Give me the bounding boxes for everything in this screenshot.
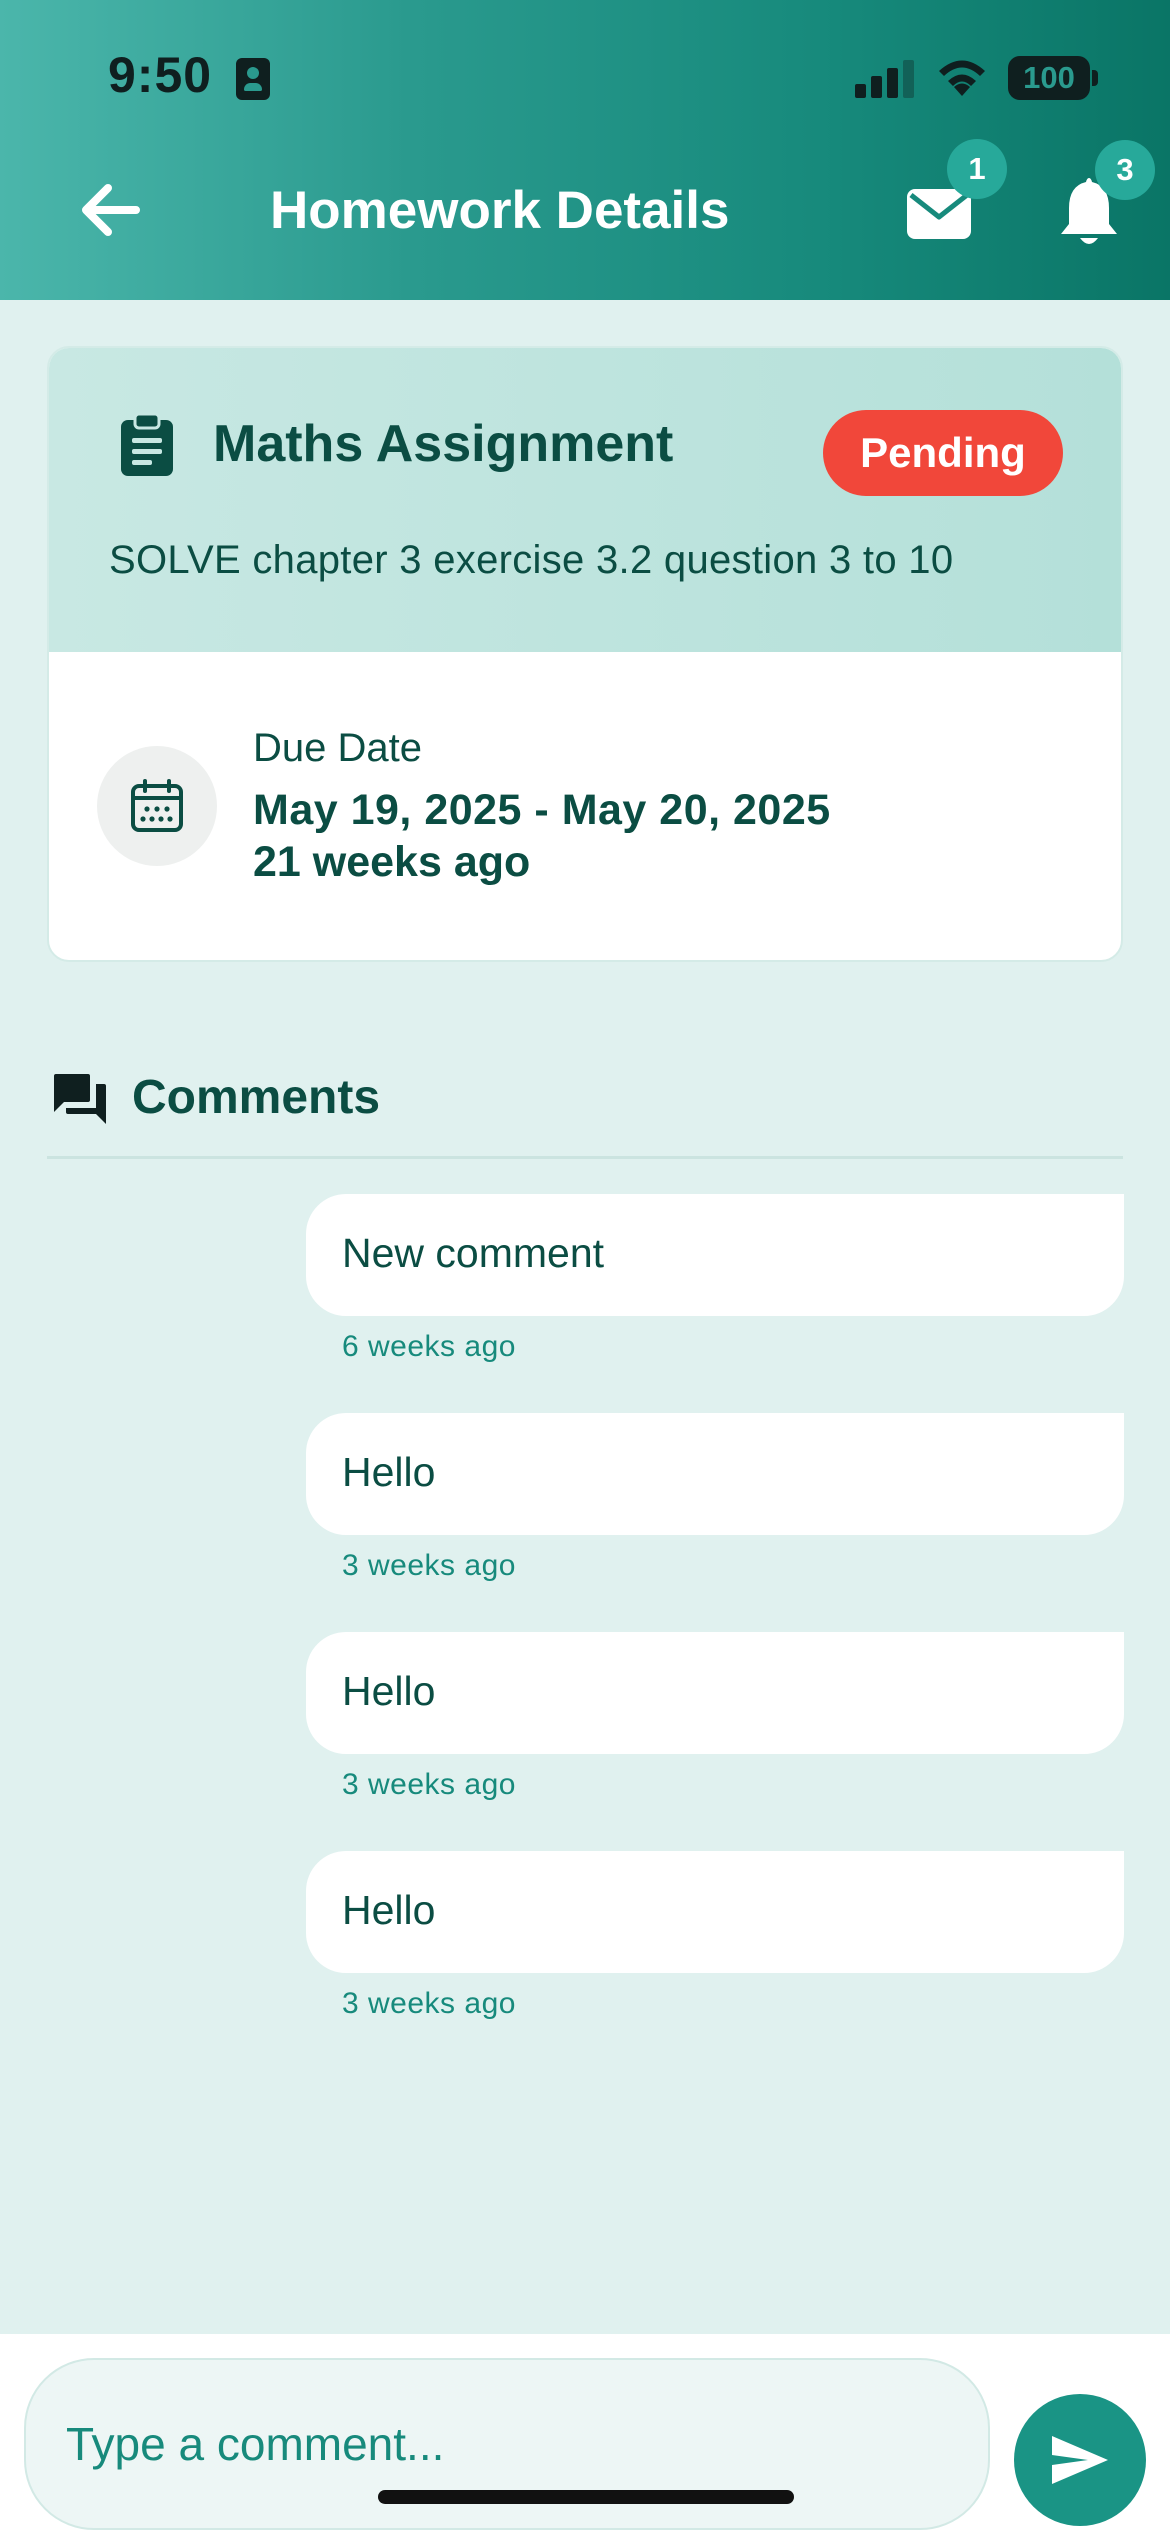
comment-timestamp: 6 weeks ago: [342, 1330, 516, 1363]
wifi-icon: [939, 60, 985, 96]
due-date-label: Due Date: [253, 726, 422, 770]
status-badge: Pending: [823, 410, 1063, 496]
app-header: 9:50 100 Homework Details 1 3: [0, 0, 1170, 300]
battery-tip: [1092, 70, 1098, 86]
clipboard-icon: [121, 412, 173, 476]
comments-heading: Comments: [132, 1071, 381, 1124]
contact-card-icon: [236, 58, 270, 100]
homework-card-header: Maths Assignment Pending SOLVE chapter 3…: [49, 348, 1121, 652]
comment-timestamp: 3 weeks ago: [342, 1987, 516, 2020]
calendar-icon: [131, 779, 183, 832]
comment-bubble: Hello: [306, 1632, 1124, 1754]
comment-bubble: New comment: [306, 1194, 1124, 1316]
comment-bubble: Hello: [306, 1413, 1124, 1535]
comment-timestamp: 3 weeks ago: [342, 1549, 516, 1582]
due-date-range: May 19, 2025 - May 20, 2025: [253, 786, 831, 834]
due-date-relative: 21 weeks ago: [253, 838, 531, 886]
comments-icon: [54, 1074, 106, 1124]
messages-button[interactable]: 1: [905, 139, 1007, 245]
status-time: 9:50: [108, 47, 213, 103]
comment-text: Hello: [342, 1887, 436, 1933]
home-indicator: [378, 2490, 794, 2504]
homework-card: Maths Assignment Pending SOLVE chapter 3…: [47, 346, 1123, 962]
send-icon: [1052, 2436, 1108, 2484]
back-arrow-icon[interactable]: [70, 170, 150, 250]
cellular-signal-icon: [855, 58, 915, 98]
page-title: Homework Details: [270, 181, 730, 240]
comment-text: New comment: [342, 1230, 605, 1276]
notification-badge: 3: [1095, 140, 1155, 200]
homework-title: Maths Assignment: [213, 415, 674, 473]
comment-timestamp: 3 weeks ago: [342, 1768, 516, 1801]
comments-divider: [47, 1156, 1123, 1159]
homework-description: SOLVE chapter 3 exercise 3.2 question 3 …: [109, 538, 954, 582]
calendar-icon-container: [97, 746, 217, 866]
comment-text: Hello: [342, 1449, 436, 1495]
send-button[interactable]: [1014, 2394, 1146, 2526]
comment-bubble: Hello: [306, 1851, 1124, 1973]
comment-input[interactable]: [24, 2358, 990, 2530]
battery-icon: 100: [1008, 56, 1090, 100]
mail-badge: 1: [947, 139, 1007, 199]
comment-text: Hello: [342, 1668, 436, 1714]
notifications-button[interactable]: 3: [1055, 140, 1155, 248]
